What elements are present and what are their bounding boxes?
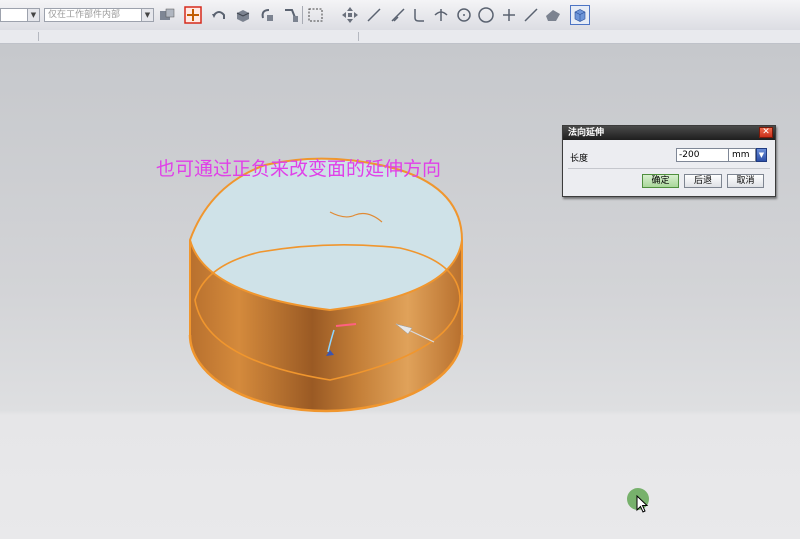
cylinder-model[interactable] [0,44,800,539]
toolbar-separator [38,32,39,41]
rotate-icon[interactable] [258,6,276,24]
shape-icon[interactable] [544,6,562,24]
annotation-text: 也可通过正负来改变面的延伸方向 [156,158,442,180]
perpendicular-icon[interactable] [432,6,450,24]
cancel-button[interactable]: 取消 [727,174,764,188]
close-icon[interactable]: ✕ [759,127,773,138]
plus-icon[interactable] [500,6,518,24]
filter-combo[interactable]: ▼ [0,8,40,22]
chevron-down-icon: ▼ [141,9,153,21]
filter-icon[interactable] [158,6,176,24]
mouse-cursor-icon [636,495,649,513]
transform-icon[interactable] [282,6,300,24]
chevron-down-icon: ▼ [27,9,39,21]
graphics-viewport[interactable]: 也可通过正负来改变面的延伸方向 [0,44,800,539]
circle-icon[interactable] [455,6,473,24]
length-label: 长度 [570,154,589,164]
chevron-down-icon[interactable]: ▼ [756,148,767,162]
undo-icon[interactable] [210,6,228,24]
move-icon[interactable] [341,6,359,24]
scope-combo-value: 仅在工作部件内部 [48,10,121,20]
unit-select[interactable]: mm [729,148,756,162]
toolbar-separator [358,32,359,41]
length-input[interactable]: -200 [676,148,729,162]
dashed-line-icon[interactable] [389,6,407,24]
divider [568,168,770,169]
dialog-title: 法向延伸 [563,126,775,140]
normal-extend-dialog: 法向延伸 ✕ 长度 -200 mm ▼ 确定 后退 取消 [562,125,776,197]
rectangle-select-icon[interactable] [307,6,325,24]
view-cube-icon[interactable] [570,5,590,25]
curve-icon[interactable] [410,6,428,24]
main-toolbar: ▼ 仅在工作部件内部 ▼ [0,0,800,31]
circle-outline-icon[interactable] [477,6,495,24]
line-icon[interactable] [365,6,383,24]
solid-box-icon[interactable] [234,6,252,24]
slash-icon[interactable] [522,6,540,24]
toolbar-separator [302,6,303,24]
back-button[interactable]: 后退 [684,174,722,188]
ok-button[interactable]: 确定 [642,174,679,188]
snap-point-icon[interactable] [184,6,202,24]
scope-combo[interactable]: 仅在工作部件内部 ▼ [44,8,154,22]
secondary-toolbar [0,30,800,44]
